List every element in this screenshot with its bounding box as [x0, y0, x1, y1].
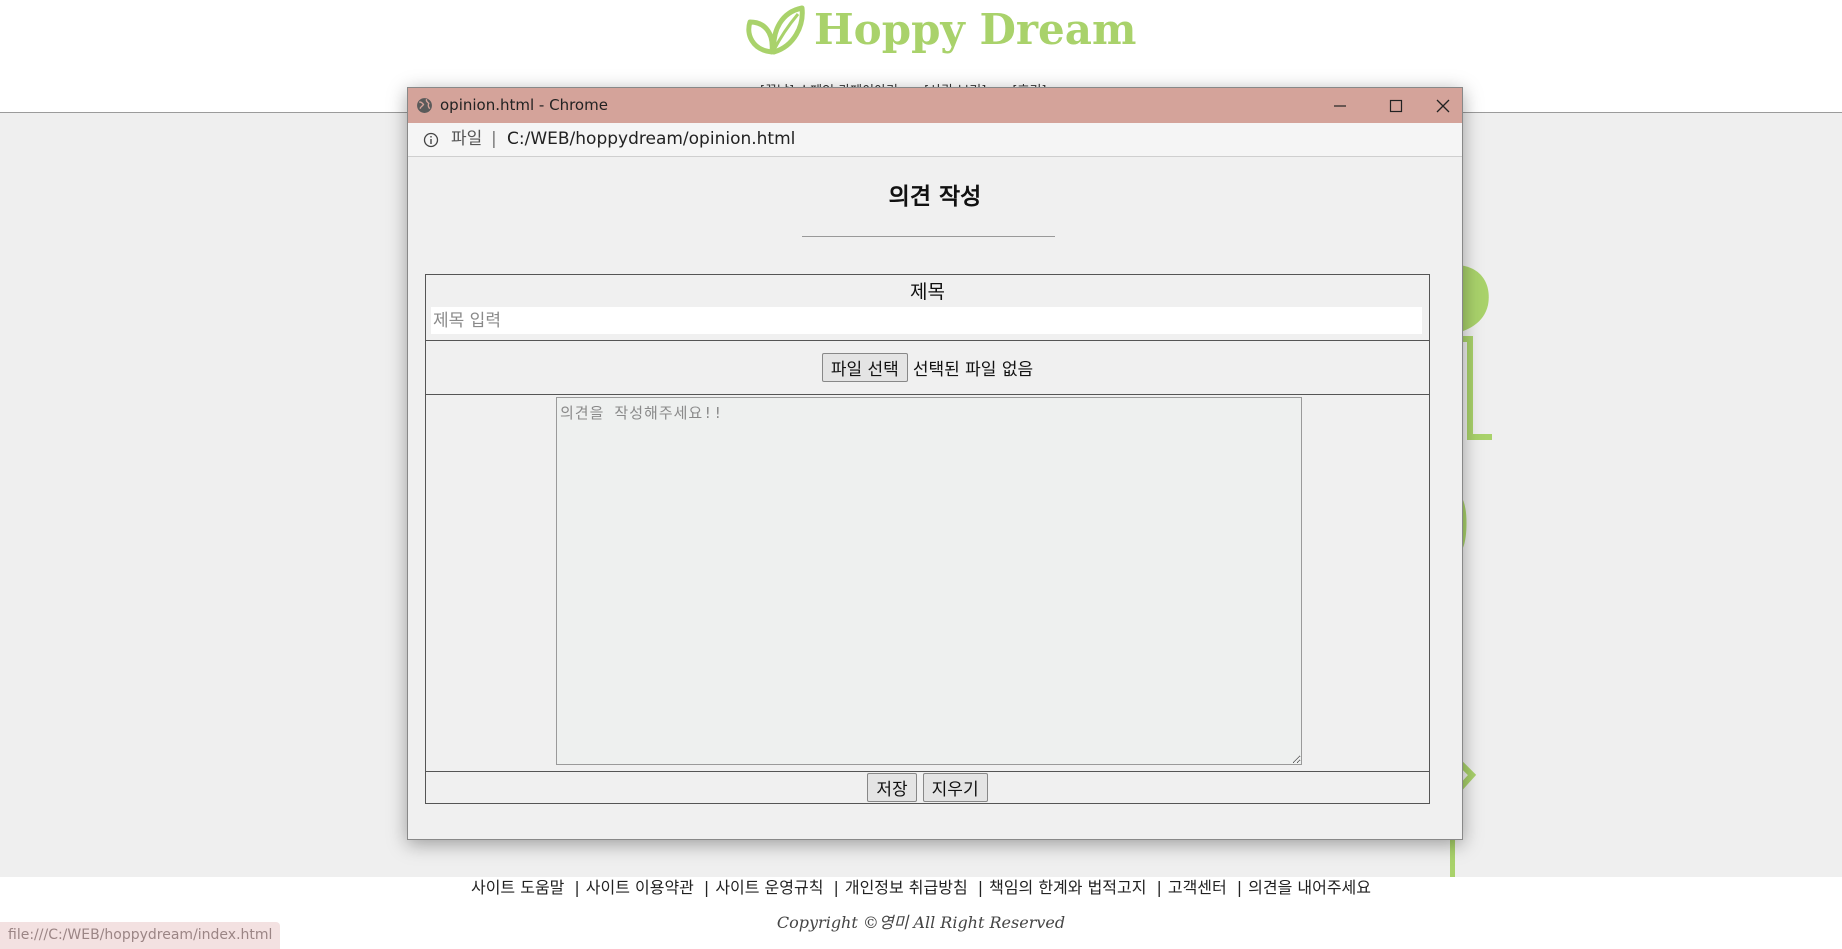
action-row: 저장 지우기 — [426, 772, 1429, 803]
footer-link[interactable]: 사이트 도움말 — [471, 878, 564, 897]
browser-status-bar: file:///C:/WEB/hoppydream/index.html — [0, 922, 281, 949]
minimize-button[interactable] — [1312, 88, 1368, 123]
info-icon[interactable] — [423, 132, 439, 148]
address-bar[interactable]: 파일 | C:/WEB/hoppydream/opinion.html — [408, 123, 1462, 157]
window-title: opinion.html - Chrome — [440, 96, 608, 114]
clear-button[interactable]: 지우기 — [922, 773, 988, 802]
logo-text: Hoppy Dream — [814, 5, 1137, 54]
page-title: 의견 작성 — [888, 184, 982, 210]
opinion-textarea[interactable] — [556, 397, 1302, 765]
window-titlebar[interactable]: opinion.html - Chrome — [408, 88, 1462, 123]
file-row: 파일 선택 선택된 파일 없음 — [426, 341, 1429, 395]
minimize-icon — [1334, 104, 1346, 107]
site-logo[interactable]: Hoppy Dream — [742, 4, 1136, 56]
opinion-row — [426, 395, 1429, 772]
file-status-text: 선택된 파일 없음 — [912, 360, 1034, 380]
address-separator: | — [491, 129, 497, 149]
close-button[interactable] — [1424, 88, 1462, 123]
close-icon — [1436, 99, 1450, 112]
subject-input[interactable] — [431, 307, 1422, 334]
maximize-button[interactable] — [1368, 88, 1424, 123]
address-scheme-label: 파일 — [451, 129, 483, 149]
opinion-popup-window: opinion.html - Chrome 파일 | C:/WEB/hoppyd… — [407, 87, 1463, 840]
address-url[interactable]: C:/WEB/hoppydream/opinion.html — [507, 123, 795, 156]
footer-link[interactable]: 사이트 운영규칙 — [715, 878, 823, 897]
choose-file-button[interactable]: 파일 선택 — [821, 353, 908, 382]
file-picker: 파일 선택 선택된 파일 없음 — [426, 353, 1429, 382]
footer-links: 사이트 도움말 | 사이트 이용약관 | 사이트 운영규칙 | 개인정보 취급방침 | 책임의 … — [470, 878, 1371, 897]
footer-link[interactable]: 책임의 한계와 법적고지 — [989, 878, 1146, 897]
footer-link[interactable]: 고객센터 — [1168, 878, 1227, 897]
opinion-page: 의견 작성 제목 파일 선택 선택된 파일 없음 저장 지우기 — [408, 157, 1462, 839]
leaf-logo-icon — [746, 5, 805, 55]
title-divider — [802, 236, 1055, 237]
footer-link[interactable]: 의견을 내어주세요 — [1248, 878, 1371, 897]
footer-link[interactable]: 사이트 이용약관 — [586, 878, 694, 897]
subject-row: 제목 — [426, 275, 1429, 341]
globe-icon — [417, 98, 432, 113]
opinion-form: 제목 파일 선택 선택된 파일 없음 저장 지우기 — [425, 274, 1430, 804]
maximize-icon — [1389, 99, 1403, 112]
subject-label: 제목 — [910, 281, 945, 303]
footer-link[interactable]: 개인정보 취급방침 — [845, 878, 968, 897]
save-button[interactable]: 저장 — [867, 773, 917, 802]
